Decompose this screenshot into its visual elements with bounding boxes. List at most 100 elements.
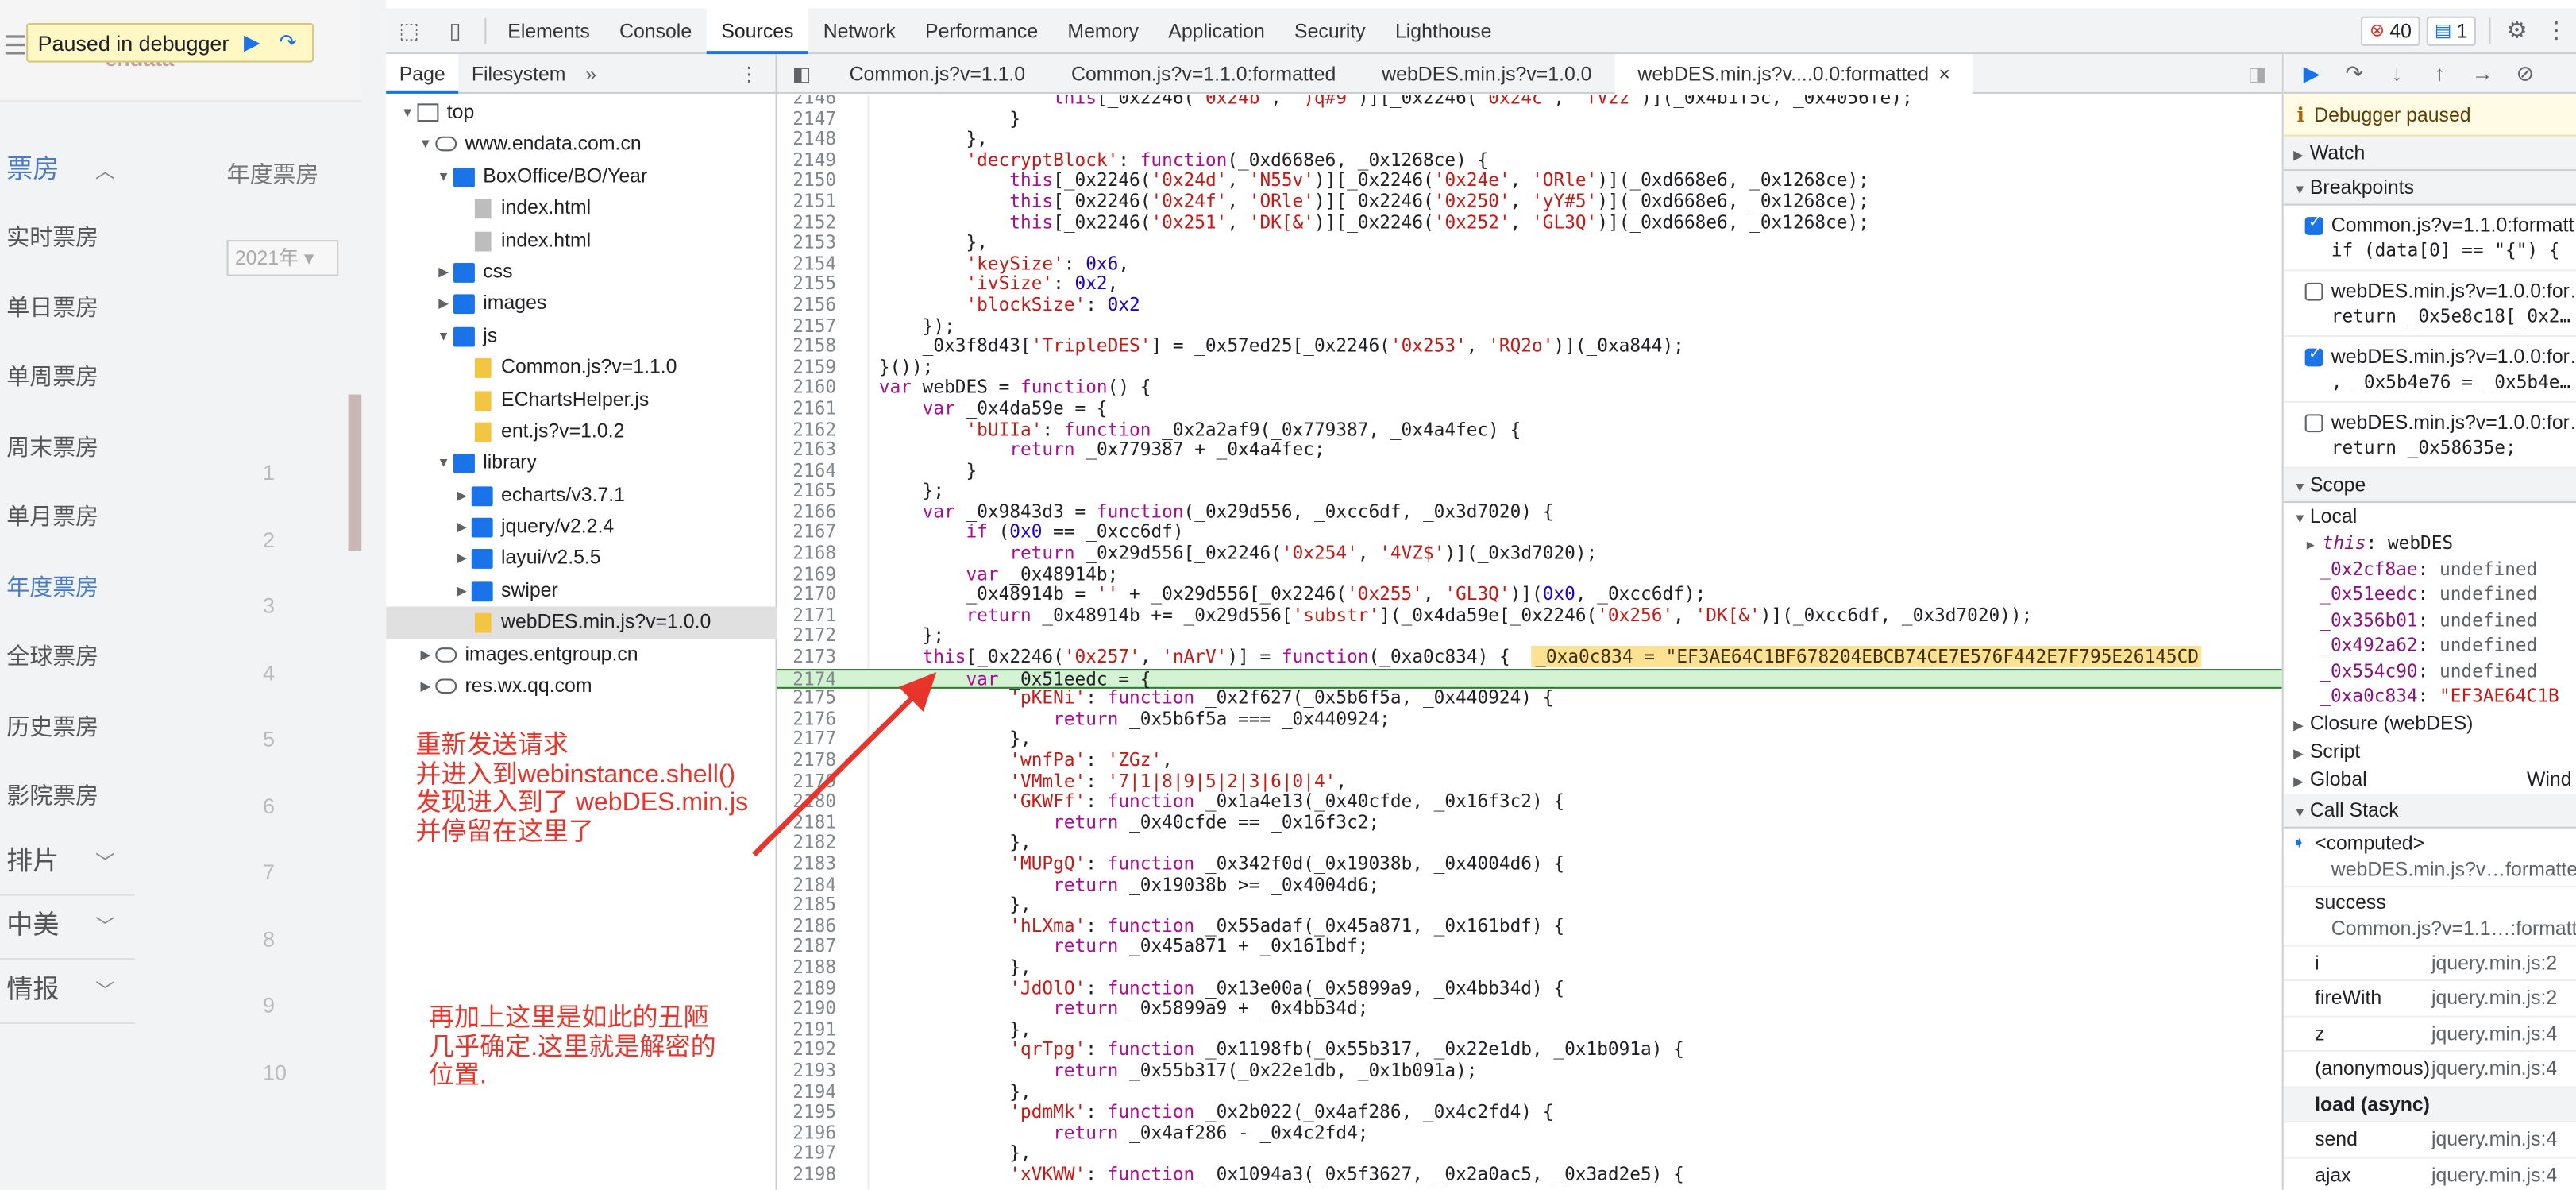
line-number[interactable]: 2155 <box>777 274 836 296</box>
more-tabs-icon[interactable]: » <box>579 62 603 85</box>
code-line[interactable]: 2173 this[_0x2246('0x257', 'nArV')] = fu… <box>777 646 2282 668</box>
code-line[interactable]: 2196 return _0x4af286 - _0x4c2fd4; <box>777 1122 2282 1144</box>
breakpoint-checkbox[interactable] <box>2304 345 2323 367</box>
call-frame[interactable]: ➧ <computed> webDES.min.js?v…formatte <box>2283 828 2576 887</box>
call-frame[interactable]: (anonymous) jquery.min.js:4 <box>2283 1052 2576 1088</box>
line-number[interactable]: 2164 <box>777 460 836 482</box>
nav-item[interactable]: 单日票房 <box>0 272 135 342</box>
line-number[interactable]: 2192 <box>777 1040 836 1061</box>
code-line[interactable]: 2177 }, <box>777 729 2282 751</box>
code-line[interactable]: 2170 _0x48914b = '' + _0x29d556[_0x2246(… <box>777 584 2282 606</box>
scope-variable[interactable]: _0x51eedc: undefined <box>2284 581 2576 607</box>
scope-variable[interactable]: _0x2cf8ae: undefined <box>2284 556 2576 581</box>
chevron-right-icon[interactable]: ▶ <box>418 639 434 670</box>
nav-group-boxoffice[interactable]: 票房 ︿ <box>0 140 135 203</box>
breakpoint-item[interactable]: webDES.min.js?v=1.0.0:for…, _0x5b4e76 = … <box>2283 337 2576 403</box>
line-number[interactable]: 2183 <box>777 854 836 875</box>
chevron-down-icon[interactable]: ▼ <box>435 320 452 352</box>
line-number[interactable]: 2158 <box>777 336 836 357</box>
code-line[interactable]: 2157 }); <box>777 315 2282 337</box>
code-line[interactable]: 2191 }, <box>777 1019 2282 1041</box>
scope-this[interactable]: ▶ this: webDES <box>2284 531 2576 556</box>
tree-item[interactable]: ▶ res.wx.qq.com <box>386 670 777 702</box>
deactivate-breakpoints-icon[interactable]: ⊘ <box>2504 60 2547 87</box>
line-number[interactable]: 2157 <box>777 315 836 337</box>
code-line[interactable]: 2151 this[_0x2246('0x24f', 'ORle')][_0x2… <box>777 191 2282 213</box>
code-line[interactable]: 2146 this[_0x2246('0x24b', ')q#9')][_0x2… <box>777 95 2282 110</box>
tree-item[interactable]: ▶ images.entgroup.cn <box>386 639 777 670</box>
code-line[interactable]: 2168 return _0x29d556[_0x2246('0x254', '… <box>777 543 2282 565</box>
line-number[interactable]: 2180 <box>777 791 836 813</box>
scope-local[interactable]: ▼ Local <box>2284 503 2576 531</box>
resume-icon[interactable]: ▶ <box>2290 60 2333 87</box>
breakpoint-item[interactable]: webDES.min.js?v=1.0.0:for… return _0x5863… <box>2283 403 2576 469</box>
code-line[interactable]: 2159}()); <box>777 357 2282 378</box>
code-line[interactable]: 2162 'bUIIa': function _0x2a2af9(_0x7793… <box>777 419 2282 441</box>
chevron-down-icon[interactable]: ▼ <box>435 160 452 192</box>
line-number[interactable]: 2168 <box>777 543 836 565</box>
call-frame[interactable]: z jquery.min.js:4 <box>2283 1017 2576 1053</box>
code-line[interactable]: 2197 }, <box>777 1143 2282 1165</box>
line-number[interactable]: 2194 <box>777 1081 836 1103</box>
code-line[interactable]: 2180 'GKWFf': function _0x1a4e13(_0x40cf… <box>777 791 2282 813</box>
line-number[interactable]: 2151 <box>777 191 836 213</box>
tree-item[interactable]: ▼ library <box>386 447 777 479</box>
line-number[interactable]: 2162 <box>777 419 836 441</box>
nav-item[interactable]: 年度票房 <box>0 551 135 621</box>
step-over-icon[interactable]: ↷ <box>275 29 301 56</box>
tree-item[interactable]: EChartsHelper.js <box>386 384 777 415</box>
tab-page[interactable]: Page <box>386 53 459 93</box>
call-frame[interactable]: success Common.js?v=1.1…:formatt <box>2283 887 2576 946</box>
code-line[interactable]: 2175 'pKENi': function _0x2f627(_0x5b6f5… <box>777 688 2282 709</box>
chevron-right-icon[interactable]: ▶ <box>418 670 434 702</box>
tree-item[interactable]: index.html <box>386 192 777 224</box>
call-frame[interactable]: ajax jquery.min.js:4 <box>2284 1158 2576 1190</box>
watch-section[interactable]: ▶ Watch <box>2283 136 2576 172</box>
tree-item[interactable]: ▶ images <box>386 288 777 320</box>
file-tab[interactable]: Common.js?v=1.1.0 <box>827 53 1048 93</box>
breakpoint-item[interactable]: webDES.min.js?v=1.0.0:for… return _0x5e8c… <box>2283 271 2576 338</box>
nav-item[interactable]: 单周票房 <box>0 342 135 411</box>
scope-variable[interactable]: _0x356b01: undefined <box>2284 607 2576 632</box>
nav-item[interactable]: 周末票房 <box>0 411 135 481</box>
line-number[interactable]: 2169 <box>777 564 836 585</box>
tab-network[interactable]: Network <box>808 7 910 53</box>
code-line[interactable]: 2185 }, <box>777 895 2282 917</box>
line-number[interactable]: 2153 <box>777 233 836 254</box>
scope-closure[interactable]: ▶ Closure (webDES) <box>2284 709 2576 737</box>
tree-item[interactable]: ent.js?v=1.0.2 <box>386 415 777 447</box>
line-number[interactable]: 2148 <box>777 129 836 151</box>
callstack-section[interactable]: ▼ Call Stack <box>2283 793 2576 828</box>
scope-variable[interactable]: _0x492a62: undefined <box>2284 633 2576 659</box>
code-line[interactable]: 2165 }; <box>777 481 2282 503</box>
nav-group[interactable]: 中美 ﹀ <box>0 895 135 958</box>
line-number[interactable]: 2166 <box>777 502 836 524</box>
line-number[interactable]: 2176 <box>777 709 836 730</box>
code-line[interactable]: 2189 'JdOlO': function _0x13e00a(_0x5899… <box>777 977 2282 999</box>
tree-item[interactable]: ▼ top <box>386 97 777 129</box>
code-line[interactable]: 2181 return _0x40cfde == _0x16f3c2; <box>777 812 2282 834</box>
tab-lighthouse[interactable]: Lighthouse <box>1380 7 1506 53</box>
nav-item[interactable]: 单月票房 <box>0 481 135 551</box>
code-line[interactable]: 2171 return _0x48914b += _0x29d556['subs… <box>777 605 2282 627</box>
line-number[interactable]: 2179 <box>777 771 836 793</box>
file-tab[interactable]: webDES.min.js?v=1.0.0 <box>1359 53 1614 93</box>
line-number[interactable]: 2173 <box>777 647 836 668</box>
code-line[interactable]: 2148 }, <box>777 129 2282 151</box>
tree-item[interactable]: ▶ echarts/v3.7.1 <box>386 479 777 511</box>
line-number[interactable]: 2146 <box>777 95 836 110</box>
code-line[interactable]: 2174 var _0x51eedc = { <box>777 668 2282 690</box>
code-line[interactable]: 2172 }; <box>777 626 2282 647</box>
line-number[interactable]: 2198 <box>777 1164 836 1186</box>
chevron-right-icon[interactable]: ▶ <box>453 479 470 511</box>
line-number[interactable]: 2187 <box>777 937 836 958</box>
tree-item[interactable]: ▶ layui/v2.5.5 <box>386 543 777 575</box>
code-line[interactable]: 2155 'ivSize': 0x2, <box>777 274 2282 296</box>
chevron-down-icon[interactable]: ▼ <box>418 129 434 160</box>
tab-performance[interactable]: Performance <box>910 7 1052 53</box>
tree-item[interactable]: ▶ swiper <box>386 575 777 607</box>
code-line[interactable]: 2178 'wnfPa': 'ZGz', <box>777 750 2282 771</box>
line-number[interactable]: 2154 <box>777 253 836 275</box>
line-number[interactable]: 2195 <box>777 1102 836 1123</box>
code-line[interactable]: 2183 'MUPgQ': function _0x342f0d(_0x1903… <box>777 853 2282 875</box>
